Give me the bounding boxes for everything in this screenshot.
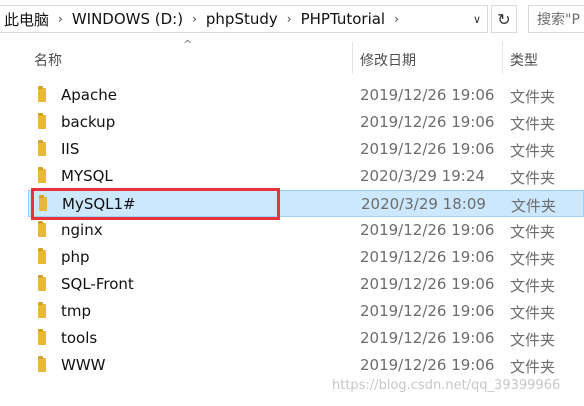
column-divider[interactable]	[352, 42, 353, 74]
file-date: 2019/12/26 19:06	[360, 248, 495, 266]
file-row[interactable]: Apache 2019/12/26 19:06 文件夹	[28, 82, 584, 109]
file-row[interactable]: SQL-Front 2019/12/26 19:06 文件夹	[28, 271, 584, 298]
file-type: 文件夹	[510, 169, 556, 187]
breadcrumb-separator-icon[interactable]: ›	[389, 12, 404, 26]
breadcrumb-phptutorial[interactable]: PHPTutorial	[297, 10, 390, 28]
file-date: 2020/3/29 18:09	[361, 195, 486, 213]
breadcrumb-separator-icon[interactable]: ›	[282, 12, 297, 26]
file-row[interactable]: php 2019/12/26 19:06 文件夹	[28, 244, 584, 271]
file-name: nginx	[61, 221, 103, 239]
file-date: 2020/3/29 19:24	[360, 167, 485, 185]
file-date: 2019/12/26 19:06	[360, 329, 495, 347]
file-date: 2019/12/26 19:06	[360, 113, 495, 131]
file-row[interactable]: WWW 2019/12/26 19:06 文件夹	[28, 352, 584, 379]
breadcrumb-separator-icon[interactable]: ›	[53, 12, 68, 26]
file-name: WWW	[61, 356, 106, 374]
breadcrumb[interactable]: 此电脑 › WINDOWS (D:) › phpStudy › PHPTutor…	[0, 5, 488, 33]
file-type: 文件夹	[511, 197, 557, 215]
folder-icon	[38, 113, 46, 129]
column-header-date[interactable]: 修改日期	[360, 50, 416, 70]
file-type: 文件夹	[510, 223, 556, 241]
file-date: 2019/12/26 19:06	[360, 275, 495, 293]
file-date: 2019/12/26 19:06	[360, 140, 495, 158]
file-row[interactable]: tmp 2019/12/26 19:06 文件夹	[28, 298, 584, 325]
file-date: 2019/12/26 19:06	[360, 356, 495, 374]
folder-icon	[38, 248, 46, 264]
file-date: 2019/12/26 19:06	[360, 221, 495, 239]
file-type: 文件夹	[510, 115, 556, 133]
file-name: tools	[61, 329, 98, 347]
breadcrumb-this-pc[interactable]: 此电脑	[0, 9, 53, 30]
folder-icon	[38, 329, 46, 345]
file-row[interactable]: backup 2019/12/26 19:06 文件夹	[28, 109, 584, 136]
file-date: 2019/12/26 19:06	[360, 302, 495, 320]
refresh-icon[interactable]: ↻	[491, 5, 517, 33]
folder-icon	[38, 86, 46, 102]
file-name: Apache	[61, 86, 117, 104]
file-row[interactable]: tools 2019/12/26 19:06 文件夹	[28, 325, 584, 352]
folder-icon	[38, 221, 46, 237]
file-name: MYSQL	[61, 167, 113, 185]
file-row[interactable]: IIS 2019/12/26 19:06 文件夹	[28, 136, 584, 163]
folder-icon	[38, 140, 46, 156]
file-type: 文件夹	[510, 331, 556, 349]
file-row[interactable]: nginx 2019/12/26 19:06 文件夹	[28, 217, 584, 244]
file-type: 文件夹	[510, 250, 556, 268]
column-divider[interactable]	[502, 42, 503, 74]
file-name: MySQL1#	[62, 195, 136, 213]
folder-icon	[38, 356, 46, 372]
file-row-selected[interactable]: MySQL1# 2020/3/29 18:09 文件夹	[28, 190, 584, 217]
file-date: 2019/12/26 19:06	[360, 86, 495, 104]
search-input[interactable]: 搜索"P	[528, 5, 584, 33]
folder-icon	[38, 302, 46, 318]
file-type: 文件夹	[510, 304, 556, 322]
file-name: IIS	[61, 140, 80, 158]
column-header-bar: ^ 名称 修改日期 类型	[0, 38, 584, 80]
folder-icon	[38, 275, 46, 291]
column-header-name[interactable]: 名称	[34, 50, 62, 70]
file-row[interactable]: MYSQL 2020/3/29 19:24 文件夹	[28, 163, 584, 190]
sort-ascending-icon: ^	[183, 38, 193, 51]
history-dropdown-icon[interactable]: ∨	[467, 6, 487, 32]
file-name: php	[61, 248, 90, 266]
file-name: SQL-Front	[61, 275, 134, 293]
file-type: 文件夹	[510, 142, 556, 160]
folder-icon	[39, 195, 47, 211]
watermark: https://blog.csdn.net/qq_39399966	[332, 378, 561, 393]
column-header-type[interactable]: 类型	[510, 50, 538, 70]
breadcrumb-drive[interactable]: WINDOWS (D:)	[68, 10, 187, 28]
breadcrumb-separator-icon[interactable]: ›	[187, 12, 202, 26]
folder-icon	[38, 167, 46, 183]
address-bar: 此电脑 › WINDOWS (D:) › phpStudy › PHPTutor…	[0, 0, 584, 38]
file-type: 文件夹	[510, 277, 556, 295]
file-type: 文件夹	[510, 358, 556, 376]
breadcrumb-phpstudy[interactable]: phpStudy	[202, 10, 282, 28]
file-type: 文件夹	[510, 88, 556, 106]
file-name: backup	[61, 113, 116, 131]
file-name: tmp	[61, 302, 92, 320]
